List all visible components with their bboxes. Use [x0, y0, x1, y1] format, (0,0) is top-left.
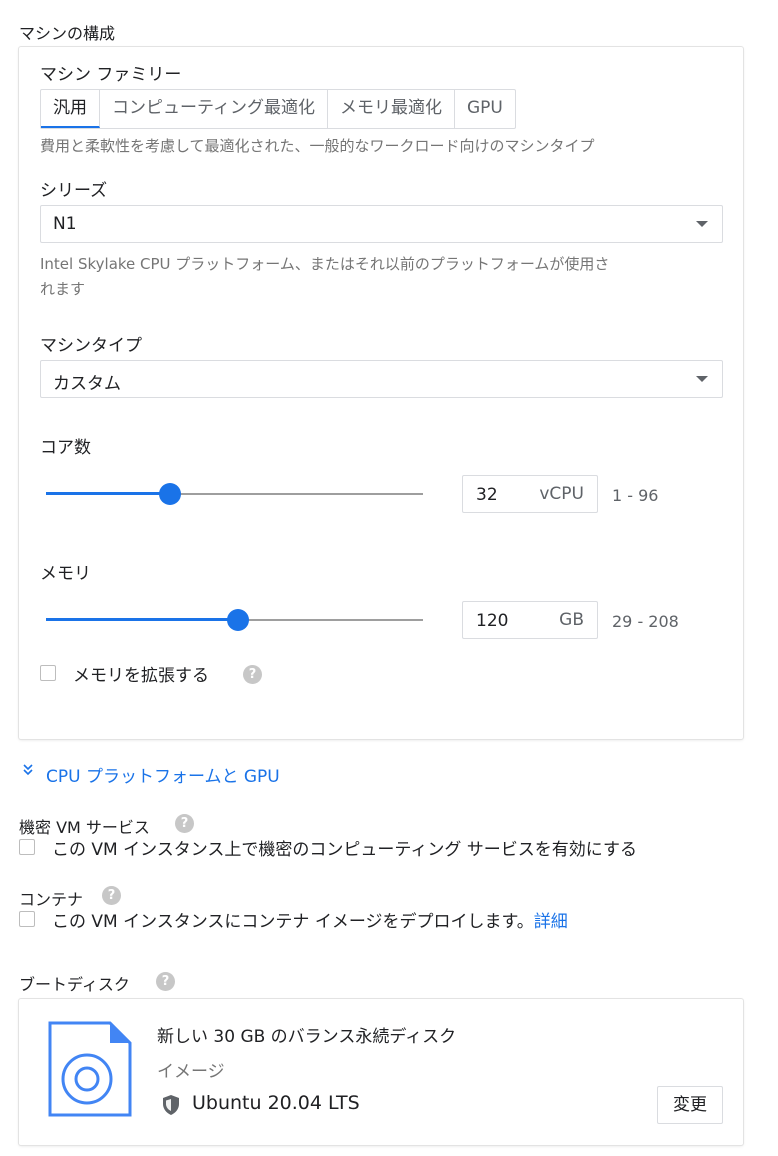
machine-family-label: マシン ファミリー [40, 65, 182, 85]
cores-input-value: 32 [476, 485, 498, 505]
boot-disk-description: 新しい 30 GB のバランス永続ディスク [157, 1027, 457, 1047]
memory-slider-thumb[interactable] [227, 609, 250, 631]
container-label: この VM インスタンスにコンテナ イメージをデプロイします。詳細 [52, 907, 568, 932]
machine-config-title: マシンの構成 [19, 24, 116, 43]
machine-type-select[interactable]: カスタム [40, 360, 723, 398]
series-description-line1: Intel Skylake CPU プラットフォーム、またはそれ以前のプラットフ… [40, 255, 610, 273]
cpu-platform-gpu-link[interactable]: CPU プラットフォームと GPU [46, 762, 280, 787]
memory-label: メモリ [40, 564, 91, 584]
change-boot-disk-button[interactable]: 変更 [657, 1086, 723, 1124]
series-select[interactable]: N1 [40, 205, 723, 243]
tab-gpu[interactable]: GPU [455, 90, 515, 128]
cores-slider[interactable] [46, 482, 423, 506]
help-circle-icon[interactable]: ? [102, 886, 121, 905]
family-description: 費用と柔軟性を考慮して最適化された、一般的なワークロード向けのマシンタイプ [40, 137, 595, 155]
tab-memory-optimized[interactable]: メモリ最適化 [328, 90, 455, 128]
memory-input-value: 120 [476, 611, 509, 631]
confidential-vm-checkbox[interactable] [19, 839, 35, 855]
help-circle-icon[interactable]: ? [243, 665, 262, 684]
help-circle-icon[interactable]: ? [156, 972, 175, 991]
boot-disk-image-value: Ubuntu 20.04 LTS [192, 1092, 360, 1114]
series-description: Intel Skylake CPU プラットフォーム、またはそれ以前のプラットフ… [40, 252, 730, 302]
machine-type-select-value: カスタム [53, 374, 121, 394]
cores-input[interactable]: 32 vCPU [462, 475, 598, 513]
extend-memory-label: メモリを拡張する [73, 666, 209, 686]
series-label: シリーズ [40, 181, 108, 201]
memory-range: 29 - 208 [612, 612, 679, 631]
cores-slider-thumb[interactable] [159, 483, 182, 505]
confidential-vm-label: この VM インスタンス上で機密のコンピューティング サービスを有効にする [52, 840, 637, 860]
memory-slider-fill [46, 618, 239, 621]
cores-input-unit: vCPU [539, 484, 584, 504]
cores-label: コア数 [40, 438, 91, 458]
container-checkbox[interactable] [19, 911, 35, 927]
container-label-text: この VM インスタンスにコンテナ イメージをデプロイします。 [52, 912, 534, 932]
extend-memory-checkbox[interactable] [40, 665, 56, 681]
container-details-link[interactable]: 詳細 [534, 912, 568, 932]
machine-family-tabs: 汎用 コンピューティング最適化 メモリ最適化 GPU [40, 89, 516, 129]
help-circle-icon[interactable]: ? [175, 814, 194, 833]
shield-icon [161, 1094, 181, 1120]
tab-general-purpose[interactable]: 汎用 [41, 90, 100, 128]
tab-compute-optimized[interactable]: コンピューティング最適化 [100, 90, 328, 128]
cores-range: 1 - 96 [612, 486, 659, 505]
boot-disk-image-label: イメージ [157, 1062, 225, 1082]
memory-slider[interactable] [46, 608, 423, 632]
memory-input[interactable]: 120 GB [462, 601, 598, 639]
cores-slider-fill [46, 492, 171, 495]
series-description-line2: れます [40, 280, 86, 298]
series-select-value: N1 [53, 214, 77, 234]
memory-input-unit: GB [559, 610, 584, 630]
disk-file-icon [48, 1021, 132, 1121]
caret-down-icon [696, 221, 708, 227]
machine-type-label: マシンタイプ [40, 336, 142, 356]
boot-disk-title: ブートディスク [19, 975, 130, 994]
double-chevron-down-icon[interactable] [21, 762, 35, 779]
caret-down-icon [696, 376, 708, 382]
